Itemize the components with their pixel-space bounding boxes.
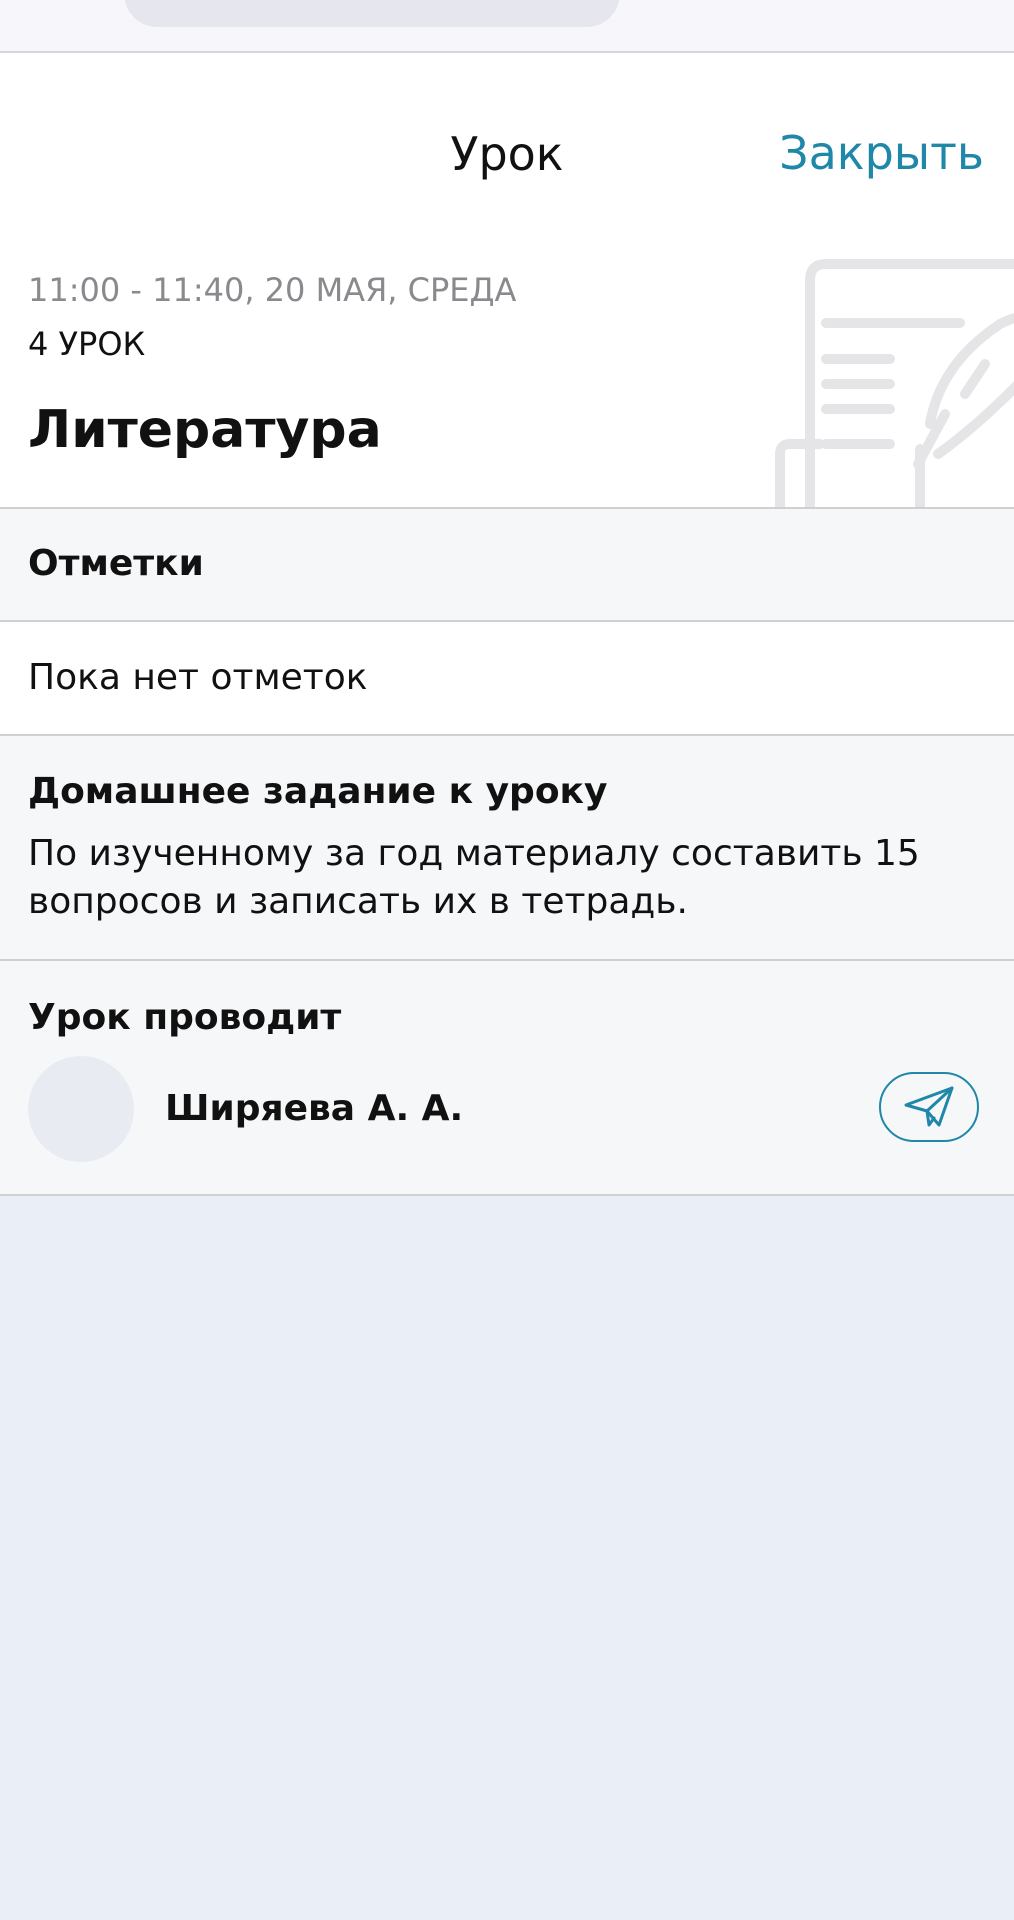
teacher-heading: Урок проводит <box>28 997 342 1038</box>
previous-screen-strip <box>0 0 1014 53</box>
lesson-header: 11:00 - 11:40, 20 МАЯ, СРЕДА 4 УРОК Лите… <box>0 250 1014 509</box>
homework-text-line-2: вопросов и записать их в тетрадь. <box>28 881 688 922</box>
teacher-avatar <box>28 1056 134 1162</box>
message-teacher-button[interactable] <box>879 1072 979 1142</box>
marks-heading: Отметки <box>28 543 204 584</box>
marks-section-header: Отметки <box>0 509 1014 622</box>
marks-section: Пока нет отметок <box>0 622 1014 736</box>
homework-section: Домашнее задание к уроку По изученному з… <box>0 736 1014 961</box>
teacher-name: Ширяева А. А. <box>165 1088 464 1129</box>
lesson-time: 11:00 - 11:40, 20 МАЯ, СРЕДА <box>28 271 517 309</box>
marks-empty-text: Пока нет отметок <box>28 657 368 698</box>
close-button[interactable]: Закрыть <box>779 129 984 177</box>
paper-plane-icon <box>904 1086 954 1127</box>
homework-text-line-1: По изученному за год материалу составить… <box>28 833 920 874</box>
scroll-quill-icon <box>775 259 1014 507</box>
lesson-number: 4 УРОК <box>28 325 146 363</box>
search-bar-partial[interactable] <box>124 0 620 27</box>
lesson-subject: Литература <box>28 400 382 460</box>
teacher-section: Урок проводит Ширяева А. А. <box>0 961 1014 1196</box>
homework-heading: Домашнее задание к уроку <box>28 771 608 812</box>
